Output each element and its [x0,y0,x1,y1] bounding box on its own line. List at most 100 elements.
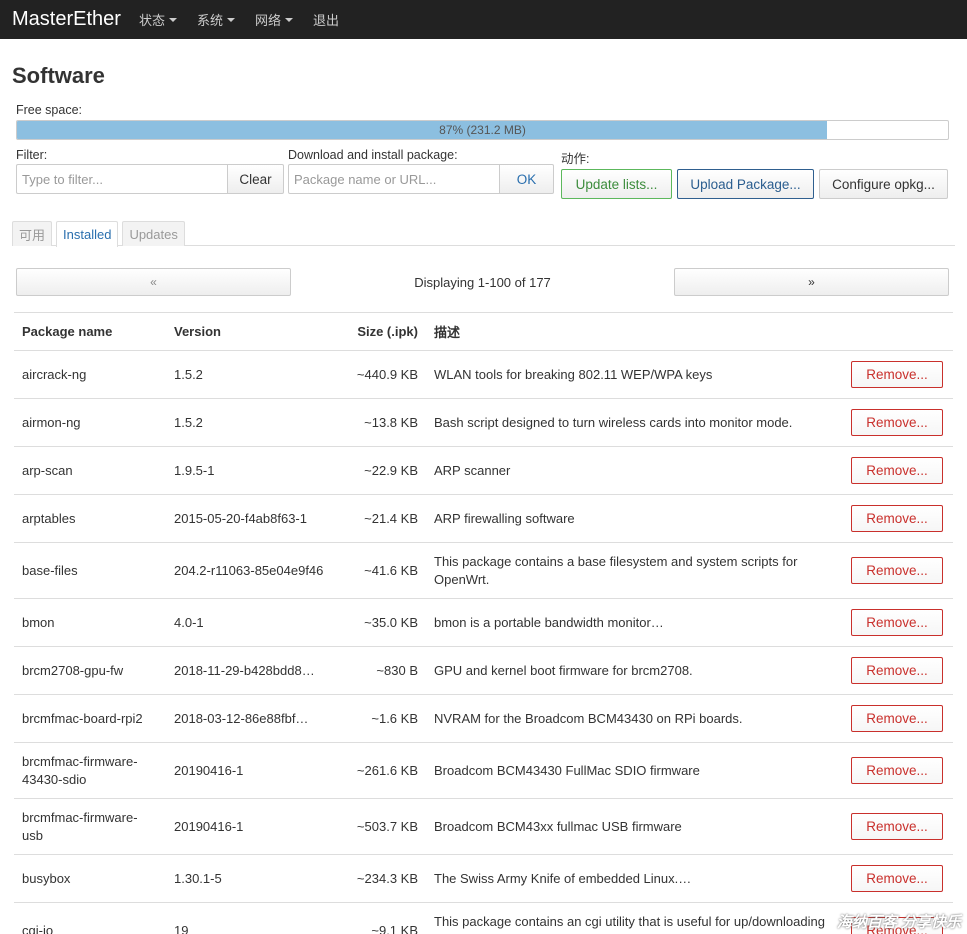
nav-menu-network-label: 网络 [254,13,281,28]
cell-description: The Swiss Army Knife of embedded Linux.… [426,854,843,903]
remove-package-button[interactable]: Remove... [851,361,943,388]
cell-size: ~261.6 KB [336,742,426,799]
cell-size: ~1.6 KB [336,694,426,743]
install-ok-button[interactable]: OK [500,164,554,194]
table-row: brcmfmac-board-rpi2 2018-03-12-86e88fbf… ~… [14,694,953,743]
cell-description: Broadcom BCM43430 FullMac SDIO firmware [426,742,843,799]
package-controls: Filter: Type to filter... Clear Download… [16,148,955,199]
upload-package-button[interactable]: Upload Package... [677,169,814,199]
cell-size: ~22.9 KB [336,446,426,495]
cell-version: 1.30.1-5 [166,854,336,903]
filter-input[interactable]: Type to filter... [16,164,228,194]
package-url-input[interactable]: Package name or URL... [288,164,500,194]
cell-package-name: cgi-io [14,902,166,934]
cell-description: Broadcom BCM43xx fullmac USB firmware [426,798,843,855]
cell-version: 204.2-r11063-85e04e9f46 [166,542,336,599]
nav-logout[interactable]: 退出 [313,10,339,29]
remove-package-button[interactable]: Remove... [851,409,943,436]
configure-opkg-button[interactable]: Configure opkg... [819,169,948,199]
caret-down-icon [284,17,293,22]
cell-action: Remove... [843,798,953,855]
cell-size: ~35.0 KB [336,598,426,647]
cell-size: ~440.9 KB [336,350,426,399]
package-table: Package name Version Size (.ipk) 描述 airc… [14,312,953,934]
cell-version: 20190416-1 [166,742,336,799]
prev-page-button[interactable]: « [16,268,291,296]
cell-action: Remove... [843,446,953,495]
download-label: Download and install package: [288,148,458,162]
tab-installed[interactable]: Installed [56,221,119,247]
page-title: Software [12,63,105,88]
cell-package-name: base-files [14,542,166,599]
cell-size: ~503.7 KB [336,798,426,855]
remove-package-button[interactable]: Remove... [851,505,943,532]
cell-package-name: busybox [14,854,166,903]
cell-action: Remove... [843,542,953,599]
cell-package-name: brcm2708-gpu-fw [14,646,166,695]
nav-menu-status[interactable]: 状态 [139,10,177,29]
cell-version: 1.5.2 [166,398,336,447]
cell-action: Remove... [843,398,953,447]
cell-action: Remove... [843,854,953,903]
remove-package-button[interactable]: Remove... [851,813,943,840]
nav-menu-system[interactable]: 系统 [197,10,235,29]
cell-action: Remove... [843,646,953,695]
cell-description: GPU and kernel boot firmware for brcm270… [426,646,843,695]
cell-description: Bash script designed to turn wireless ca… [426,398,843,447]
table-row: arptables 2015-05-20-f4ab8f63-1 ~21.4 KB AR… [14,494,953,543]
cell-action: Remove... [843,694,953,743]
table-row: cgi-io 19 ~9.1 KB This package contains an … [14,902,953,934]
table-row: bmon 4.0-1 ~35.0 KB bmon is a portable band… [14,598,953,647]
tab-updates[interactable]: Updates [122,221,185,246]
table-row: busybox 1.30.1-5 ~234.3 KB The Swiss Army K… [14,854,953,903]
update-lists-button[interactable]: Update lists... [561,169,672,199]
cell-version: 2015-05-20-f4ab8f63-1 [166,494,336,543]
cell-version: 2018-03-12-86e88fbf… [166,694,336,743]
actions-group: 动作: Update lists... Upload Package... Co… [561,148,948,199]
table-row: brcmfmac-firmware-43430-sdio 20190416-1 ~2… [14,742,953,799]
filter-label: Filter: [16,148,48,162]
table-row: airmon-ng 1.5.2 ~13.8 KB Bash script design… [14,398,953,447]
brand-logo[interactable]: MasterEther [12,8,121,31]
package-table-body: aircrack-ng 1.5.2 ~440.9 KB WLAN tools for … [14,350,953,934]
cell-size: ~830 B [336,646,426,695]
nav-menu-status-label: 状态 [138,13,165,28]
remove-package-button[interactable]: Remove... [851,609,943,636]
remove-package-button[interactable]: Remove... [851,457,943,484]
cell-description: This package contains a base filesystem … [426,542,843,599]
cell-package-name: arp-scan [14,446,166,495]
cell-action: Remove... [843,350,953,399]
next-page-button[interactable]: » [674,268,949,296]
header-action [843,312,953,351]
cell-version: 4.0-1 [166,598,336,647]
cell-version: 1.5.2 [166,350,336,399]
tab-available[interactable]: 可用 [12,221,53,246]
caret-down-icon [226,17,235,22]
remove-package-button[interactable]: Remove... [851,705,943,732]
table-header-row: Package name Version Size (.ipk) 描述 [14,312,953,351]
nav-menu-system-label: 系统 [196,13,223,28]
filter-input-group: Type to filter... Clear [16,164,288,194]
nav-menu-network[interactable]: 网络 [255,10,293,29]
cell-size: ~13.8 KB [336,398,426,447]
top-navbar: MasterEther 状态 系统 网络 退出 [0,0,967,39]
cell-package-name: brcmfmac-firmware-43430-sdio [14,742,166,799]
remove-package-button[interactable]: Remove... [851,657,943,684]
clear-filter-button[interactable]: Clear [228,164,284,194]
actions-label: 动作: [561,152,590,166]
cell-version: 2018-11-29-b428bdd8… [166,646,336,695]
cell-version: 1.9.5-1 [166,446,336,495]
remove-package-button[interactable]: Remove... [851,557,943,584]
pager-status: Displaying 1-100 of 177 [414,274,551,290]
cell-description: WLAN tools for breaking 802.11 WEP/WPA k… [426,350,843,399]
watermark: 海纳百客 分享快乐 [836,914,961,931]
cell-size: ~9.1 KB [336,902,426,934]
header-size: Size (.ipk) [336,312,426,351]
package-tabs: 可用 Installed Updates [12,221,955,247]
cell-description: ARP scanner [426,446,843,495]
remove-package-button[interactable]: Remove... [851,865,943,892]
table-row: base-files 204.2-r11063-85e04e9f46 ~41.6 K… [14,542,953,599]
main-content: Software Free space: 87% (231.2 MB) Filt… [0,63,967,934]
remove-package-button[interactable]: Remove... [851,757,943,784]
pager: « Displaying 1-100 of 177 » [16,268,955,296]
